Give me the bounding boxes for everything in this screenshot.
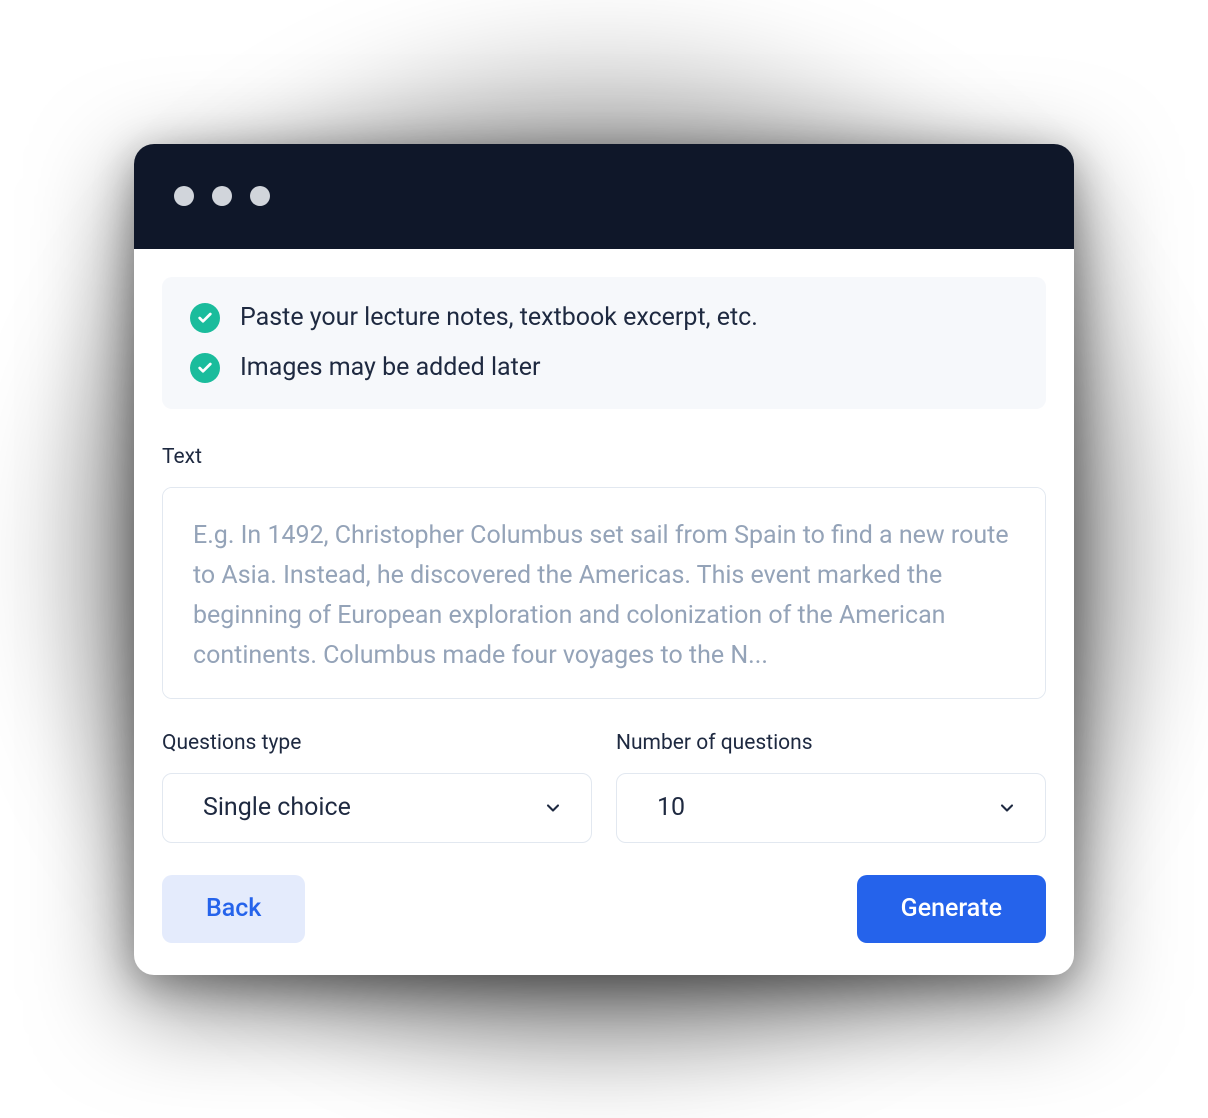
traffic-light-close-icon[interactable] xyxy=(174,186,194,206)
app-window: Paste your lecture notes, textbook excer… xyxy=(134,144,1074,975)
check-icon xyxy=(190,303,220,333)
questions-type-label: Questions type xyxy=(162,731,592,755)
chevron-down-icon xyxy=(997,798,1017,818)
generate-button[interactable]: Generate xyxy=(857,875,1046,943)
check-icon xyxy=(190,353,220,383)
info-text: Paste your lecture notes, textbook excer… xyxy=(240,303,758,332)
traffic-light-maximize-icon[interactable] xyxy=(250,186,270,206)
questions-type-group: Questions type Single choice xyxy=(162,731,592,843)
content-area: Paste your lecture notes, textbook excer… xyxy=(134,249,1074,975)
number-of-questions-value: 10 xyxy=(657,793,685,822)
titlebar xyxy=(134,144,1074,249)
text-input[interactable] xyxy=(162,487,1046,699)
questions-type-select[interactable]: Single choice xyxy=(162,773,592,843)
number-of-questions-group: Number of questions 10 xyxy=(616,731,1046,843)
traffic-light-minimize-icon[interactable] xyxy=(212,186,232,206)
number-of-questions-select[interactable]: 10 xyxy=(616,773,1046,843)
back-button[interactable]: Back xyxy=(162,875,305,943)
questions-type-value: Single choice xyxy=(203,793,351,822)
info-item: Paste your lecture notes, textbook excer… xyxy=(190,303,1018,333)
chevron-down-icon xyxy=(543,798,563,818)
info-box: Paste your lecture notes, textbook excer… xyxy=(162,277,1046,409)
info-item: Images may be added later xyxy=(190,353,1018,383)
text-field-label: Text xyxy=(162,445,1046,469)
actions-row: Back Generate xyxy=(162,875,1046,943)
info-text: Images may be added later xyxy=(240,353,541,382)
number-of-questions-label: Number of questions xyxy=(616,731,1046,755)
